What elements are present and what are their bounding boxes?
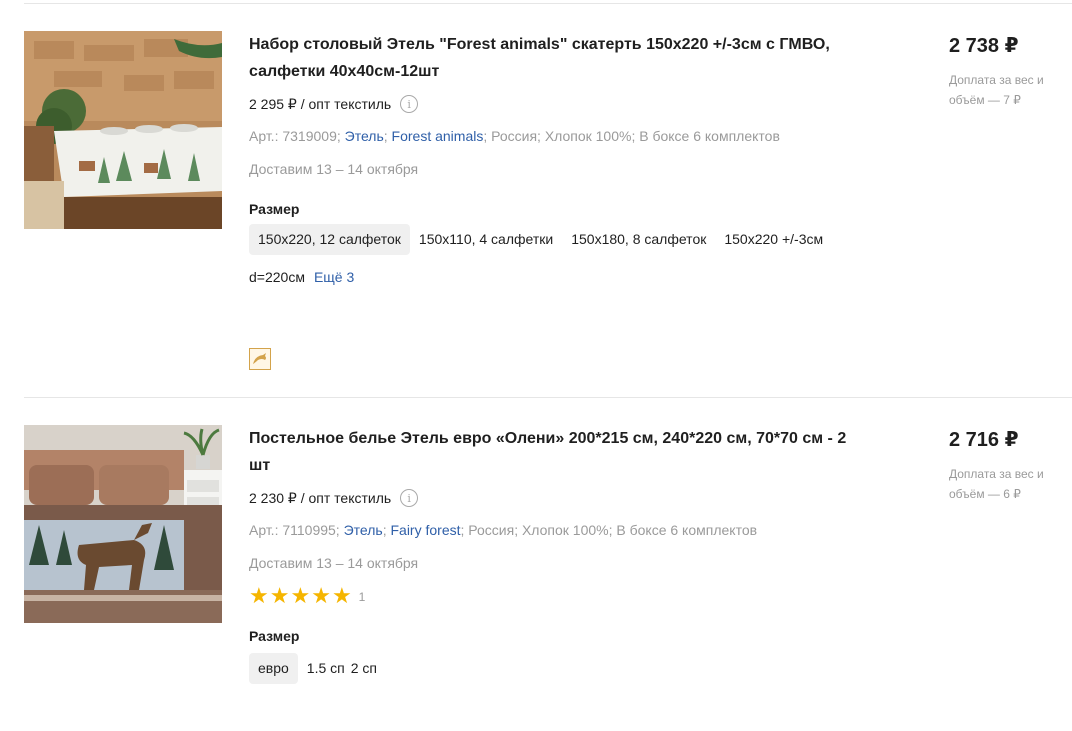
rating[interactable]: ★ ★ ★ ★ ★ 1 <box>249 586 869 608</box>
list-divider <box>24 397 1072 398</box>
product-price: 2 716 ₽ <box>949 429 1019 451</box>
product-info: Постельное белье Этель евро «Олени» 200*… <box>249 425 869 684</box>
product-title[interactable]: Постельное белье Этель евро «Олени» 200*… <box>249 425 869 479</box>
show-more-sizes-link[interactable]: Ещё 3 <box>314 262 354 293</box>
size-option-continued[interactable]: d=220см Ещё 3 <box>249 262 869 293</box>
product-meta: Арт.: 7319009; Этель; Forest animals; Ро… <box>249 125 869 147</box>
star-icon: ★ <box>311 584 331 609</box>
size-label: Размер <box>249 628 300 644</box>
price-block: 2 738 ₽ Доплата за вес и объём — 7 ₽ <box>949 33 1059 110</box>
product-title[interactable]: Набор столовый Этель "Forest animals" ск… <box>249 31 869 85</box>
star-icon: ★ <box>249 584 269 609</box>
weight-surcharge: Доплата за вес и объём — 7 ₽ <box>949 73 1044 107</box>
product-meta: Арт.: 7110995; Этель; Fairy forest; Росс… <box>249 519 869 541</box>
size-option[interactable]: 150х180, 8 салфеток <box>562 224 715 255</box>
size-label: Размер <box>249 201 300 217</box>
product-image[interactable] <box>24 31 222 229</box>
meta-separator: ; <box>382 522 387 538</box>
promo-badge[interactable] <box>249 348 271 370</box>
info-icon[interactable]: i <box>400 95 419 113</box>
wholesale-price-text: 2 295 ₽ / опт текстиль <box>249 95 392 112</box>
product-price: 2 738 ₽ <box>949 35 1019 57</box>
size-option[interactable]: 2 сп <box>348 653 386 684</box>
meta-details: Россия; Хлопок 100%; В боксе 6 комплекто… <box>491 128 780 144</box>
star-icon: ★ <box>290 584 311 609</box>
wholesale-price-text: 2 230 ₽ / опт текстиль <box>249 489 392 506</box>
article-number: Арт.: 7110995; <box>249 522 340 538</box>
size-option[interactable]: 150х110, 4 салфетки <box>410 224 562 255</box>
size-option[interactable]: 150х220 +/-3см <box>715 224 823 255</box>
collection-link[interactable]: Forest animals <box>392 128 484 144</box>
brand-link[interactable]: Этель <box>345 128 384 144</box>
product-image[interactable] <box>24 425 222 623</box>
meta-details: Россия; Хлопок 100%; В боксе 6 комплекто… <box>468 522 758 538</box>
size-option[interactable]: 1.5 сп <box>298 653 348 684</box>
meta-separator: ; <box>460 522 465 538</box>
star-icon: ★ <box>269 584 290 609</box>
weight-surcharge: Доплата за вес и объём — 6 ₽ <box>949 467 1044 501</box>
collection-link[interactable]: Fairy forest <box>390 522 460 538</box>
wholesale-price: 2 230 ₽ / опт текстиль i <box>249 487 869 509</box>
size-option-tail[interactable]: d=220см <box>249 262 305 293</box>
dolphin-icon <box>253 353 266 364</box>
product-info: Набор столовый Этель "Forest animals" ск… <box>249 31 869 370</box>
size-options: евро 1.5 сп 2 сп <box>249 653 849 684</box>
star-icon: ★ <box>331 584 352 609</box>
price-block: 2 716 ₽ Доплата за вес и объём — 6 ₽ <box>949 427 1059 504</box>
brand-link[interactable]: Этель <box>344 522 383 538</box>
info-icon[interactable]: i <box>400 489 419 507</box>
rating-count: 1 <box>358 590 366 604</box>
article-number: Арт.: 7319009; <box>249 128 341 144</box>
delivery-dates: Доставим 13 – 14 октября <box>249 555 419 571</box>
wholesale-price: 2 295 ₽ / опт текстиль i <box>249 93 869 115</box>
list-divider <box>24 3 1072 4</box>
meta-separator: ; <box>483 128 488 144</box>
size-options: 150х220, 12 салфеток 150х110, 4 салфетки… <box>249 224 849 255</box>
meta-separator: ; <box>383 128 388 144</box>
size-option-selected[interactable]: 150х220, 12 салфеток <box>249 224 410 255</box>
size-option-selected[interactable]: евро <box>249 653 298 684</box>
delivery-dates: Доставим 13 – 14 октября <box>249 161 419 177</box>
